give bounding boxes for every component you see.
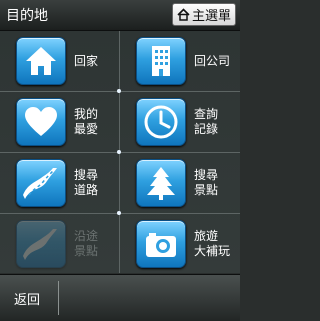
along-route-poi-button[interactable]: 沿途 景點 (0, 214, 119, 274)
route-road-icon (23, 229, 57, 260)
clock-icon (144, 105, 178, 139)
search-poi-button[interactable]: 搜尋 景點 (120, 153, 239, 213)
main-menu-button[interactable]: 主選單 (172, 3, 236, 26)
destination-grid: 回家 回公司 我的 最愛 查詢 記錄 搜尋 道路 搜尋 景點 沿途 景點 旅遊 … (0, 31, 240, 273)
heart-icon (25, 107, 57, 136)
search-road-button[interactable]: 搜尋 道路 (0, 153, 119, 213)
home-icon (26, 47, 56, 75)
home-small-icon (177, 8, 190, 21)
search-road-label: 搜尋 道路 (74, 168, 99, 197)
footer-separator (58, 281, 59, 315)
camera-icon (146, 233, 176, 257)
along-route-poi-tile (16, 220, 66, 268)
page-title: 目的地 (6, 8, 48, 24)
history-tile (136, 98, 186, 146)
footer-bar: 返回 (0, 274, 240, 321)
office-building-icon (152, 46, 170, 76)
office-tile (136, 37, 186, 85)
travel-guide-tile (136, 220, 186, 268)
header-bar: 目的地 主選單 (0, 0, 240, 31)
search-poi-tile (136, 159, 186, 207)
favorites-label: 我的 最愛 (74, 107, 99, 136)
tree-icon (147, 167, 175, 200)
back-button[interactable]: 返回 (14, 289, 40, 308)
search-road-tile (16, 159, 66, 207)
favorites-tile (16, 98, 66, 146)
home-button[interactable]: 回家 (0, 31, 119, 91)
home-tile (16, 37, 66, 85)
office-button[interactable]: 回公司 (120, 31, 239, 91)
favorites-button[interactable]: 我的 最愛 (0, 92, 119, 152)
main-menu-label: 主選單 (191, 9, 231, 24)
travel-guide-label: 旅遊 大補玩 (194, 229, 231, 258)
office-label: 回公司 (194, 53, 231, 68)
along-route-poi-label: 沿途 景點 (74, 229, 99, 258)
road-icon (23, 168, 57, 199)
travel-guide-button[interactable]: 旅遊 大補玩 (120, 214, 239, 274)
history-button[interactable]: 查詢 記錄 (120, 92, 239, 152)
history-label: 查詢 記錄 (194, 107, 219, 136)
home-label: 回家 (74, 53, 99, 68)
search-poi-label: 搜尋 景點 (194, 168, 219, 197)
